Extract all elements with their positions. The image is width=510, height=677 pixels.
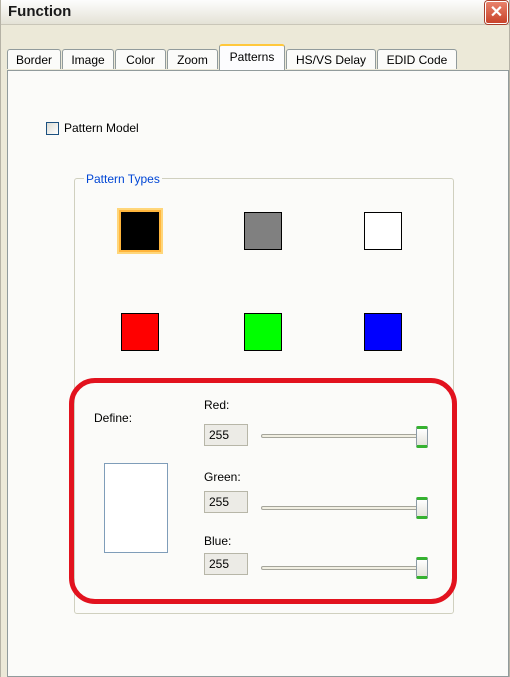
pattern-swatch-gray[interactable]	[244, 212, 282, 250]
pattern-model-label[interactable]: Pattern Model	[64, 121, 139, 135]
annotation-highlight	[69, 378, 457, 604]
pattern-swatch-red[interactable]	[121, 313, 159, 351]
tab-image[interactable]: Image	[62, 49, 114, 69]
pattern-swatch-white[interactable]	[364, 212, 402, 250]
tab-strip: Border Image Color Zoom Patterns HS/VS D…	[1, 24, 509, 72]
tab-hs-vs-delay[interactable]: HS/VS Delay	[286, 49, 376, 69]
close-icon: ✕	[489, 4, 504, 21]
pattern-types-label: Pattern Types	[84, 172, 162, 186]
pattern-swatch-green[interactable]	[244, 313, 282, 351]
close-button[interactable]: ✕	[485, 1, 508, 24]
pattern-swatch-black[interactable]	[121, 212, 159, 250]
tab-patterns[interactable]: Patterns	[219, 44, 285, 70]
title-bar: Function ✕	[1, 0, 509, 25]
tab-color[interactable]: Color	[115, 49, 166, 69]
tab-zoom[interactable]: Zoom	[167, 49, 218, 69]
window-title: Function	[8, 3, 72, 20]
tab-edid-code[interactable]: EDID Code	[377, 49, 457, 69]
pattern-swatch-blue[interactable]	[364, 313, 402, 351]
pattern-model-checkbox[interactable]	[46, 122, 59, 135]
tab-border[interactable]: Border	[7, 49, 61, 69]
